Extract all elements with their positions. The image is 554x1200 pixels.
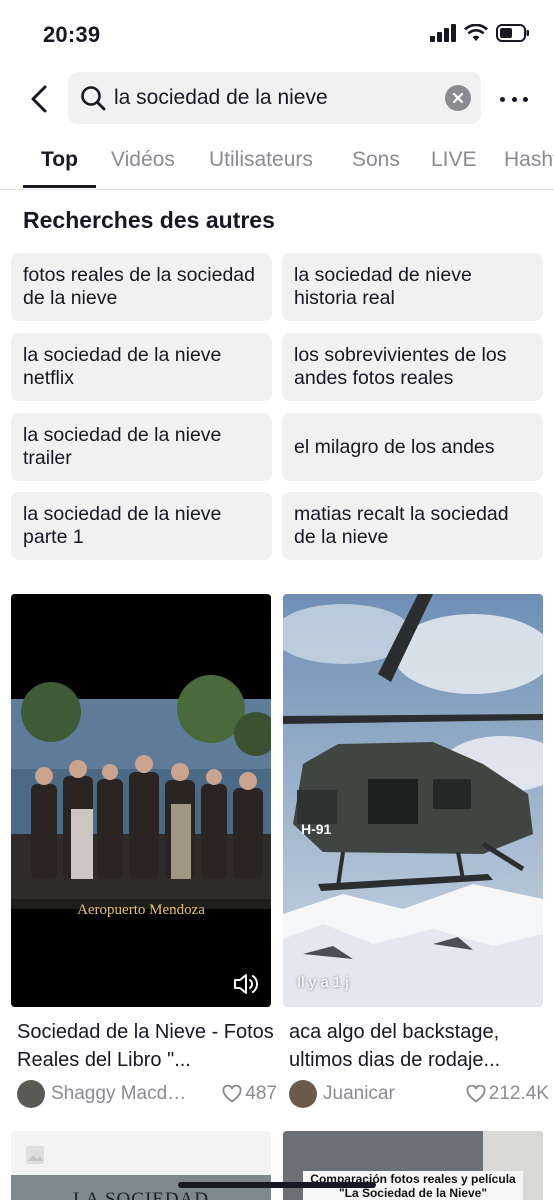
- video-title[interactable]: Sociedad de la Nieve - Fotos Reales del …: [17, 1018, 277, 1074]
- suggestion-chip[interactable]: la sociedad de la nieve netflix: [11, 333, 272, 401]
- active-tab-indicator: [23, 185, 96, 188]
- video-thumbnail[interactable]: Aeropuerto Mendoza: [11, 594, 271, 1007]
- video-time-badge: Il y a 1 j: [297, 974, 349, 991]
- author-name[interactable]: Shaggy Macdo...: [51, 1083, 193, 1105]
- back-button[interactable]: [24, 82, 54, 116]
- likes: 212.4K: [466, 1083, 549, 1105]
- heart-icon: [222, 1085, 242, 1103]
- video-title-text: aca algo del backstage, ultimos dias de …: [289, 1021, 501, 1071]
- video-thumbnail-image: [11, 594, 271, 1007]
- status-bar: 20:39: [0, 0, 554, 70]
- aircraft-marking: H-91: [301, 821, 332, 837]
- wifi-icon: [464, 24, 488, 41]
- chevron-left-icon: [31, 85, 47, 113]
- video-thumbnail[interactable]: H-91 Il y a 1 j: [283, 594, 543, 1007]
- search-header: [0, 72, 554, 126]
- clear-search-button[interactable]: [445, 85, 471, 111]
- search-tabs: Top Vidéos Utilisateurs Sons LIVE Hashta…: [0, 140, 554, 190]
- suggestion-chip[interactable]: la sociedad de nieve historia real: [282, 253, 543, 321]
- suggestion-chip[interactable]: la sociedad de la nieve parte 1: [11, 492, 272, 560]
- video-title[interactable]: aca algo del backstage, ultimos dias de …: [289, 1018, 549, 1074]
- video-thumbnail[interactable]: LA SOCIEDAD: [11, 1131, 271, 1200]
- avatar[interactable]: [17, 1080, 45, 1108]
- likes: 487: [222, 1083, 277, 1105]
- like-count: 212.4K: [488, 1083, 549, 1104]
- battery-icon: [496, 24, 529, 42]
- section-title: Recherches des autres: [23, 207, 275, 233]
- video-meta: Shaggy Macdo... 487: [17, 1078, 277, 1110]
- video-thumbnail-image: H-91: [283, 594, 543, 1007]
- heart-icon: [466, 1085, 486, 1103]
- search-icon: [81, 86, 106, 111]
- video-meta: Juanicar 212.4K: [289, 1078, 549, 1110]
- suggestion-chip[interactable]: el milagro de los andes: [282, 413, 543, 481]
- like-count: 487: [245, 1083, 277, 1104]
- suggestion-chip[interactable]: la sociedad de la nieve trailer: [11, 413, 272, 481]
- tab-users[interactable]: Utilisateurs: [209, 148, 313, 172]
- more-options-button[interactable]: [500, 92, 528, 106]
- search-bar[interactable]: [68, 72, 481, 124]
- suggestion-chip[interactable]: matias recalt la sociedad de la nieve: [282, 492, 543, 560]
- author-name[interactable]: Juanicar: [323, 1083, 465, 1105]
- more-dot-icon: [500, 96, 505, 102]
- close-icon: [452, 92, 464, 104]
- tab-videos[interactable]: Vidéos: [111, 148, 175, 172]
- video-title-text: Sociedad de la Nieve - Fotos Reales del …: [17, 1021, 274, 1071]
- video-overlay-caption: Aeropuerto Mendoza: [77, 902, 205, 918]
- tab-hashtags[interactable]: Hashtags: [504, 148, 554, 172]
- more-dot-icon: [511, 96, 517, 102]
- status-time: 20:39: [43, 22, 101, 47]
- home-indicator: [178, 1182, 376, 1188]
- more-dot-icon: [523, 96, 528, 102]
- tab-top[interactable]: Top: [41, 148, 78, 172]
- video-overlay-caption: LA SOCIEDAD: [72, 1189, 210, 1200]
- search-input[interactable]: [114, 72, 434, 124]
- volume-icon[interactable]: [232, 972, 260, 996]
- image-placeholder-icon: [26, 1146, 44, 1164]
- avatar[interactable]: [289, 1080, 317, 1108]
- suggestion-chip[interactable]: fotos reales de la sociedad de la nieve: [11, 253, 272, 321]
- cellular-signal-icon: [430, 24, 456, 42]
- tab-sounds[interactable]: Sons: [352, 148, 400, 172]
- tab-live[interactable]: LIVE: [431, 148, 477, 172]
- video-thumbnail[interactable]: Comparación fotos reales y película "La …: [283, 1131, 543, 1200]
- status-icons: [430, 24, 530, 42]
- suggestion-chip[interactable]: los sobrevivientes de los andes fotos re…: [282, 333, 543, 401]
